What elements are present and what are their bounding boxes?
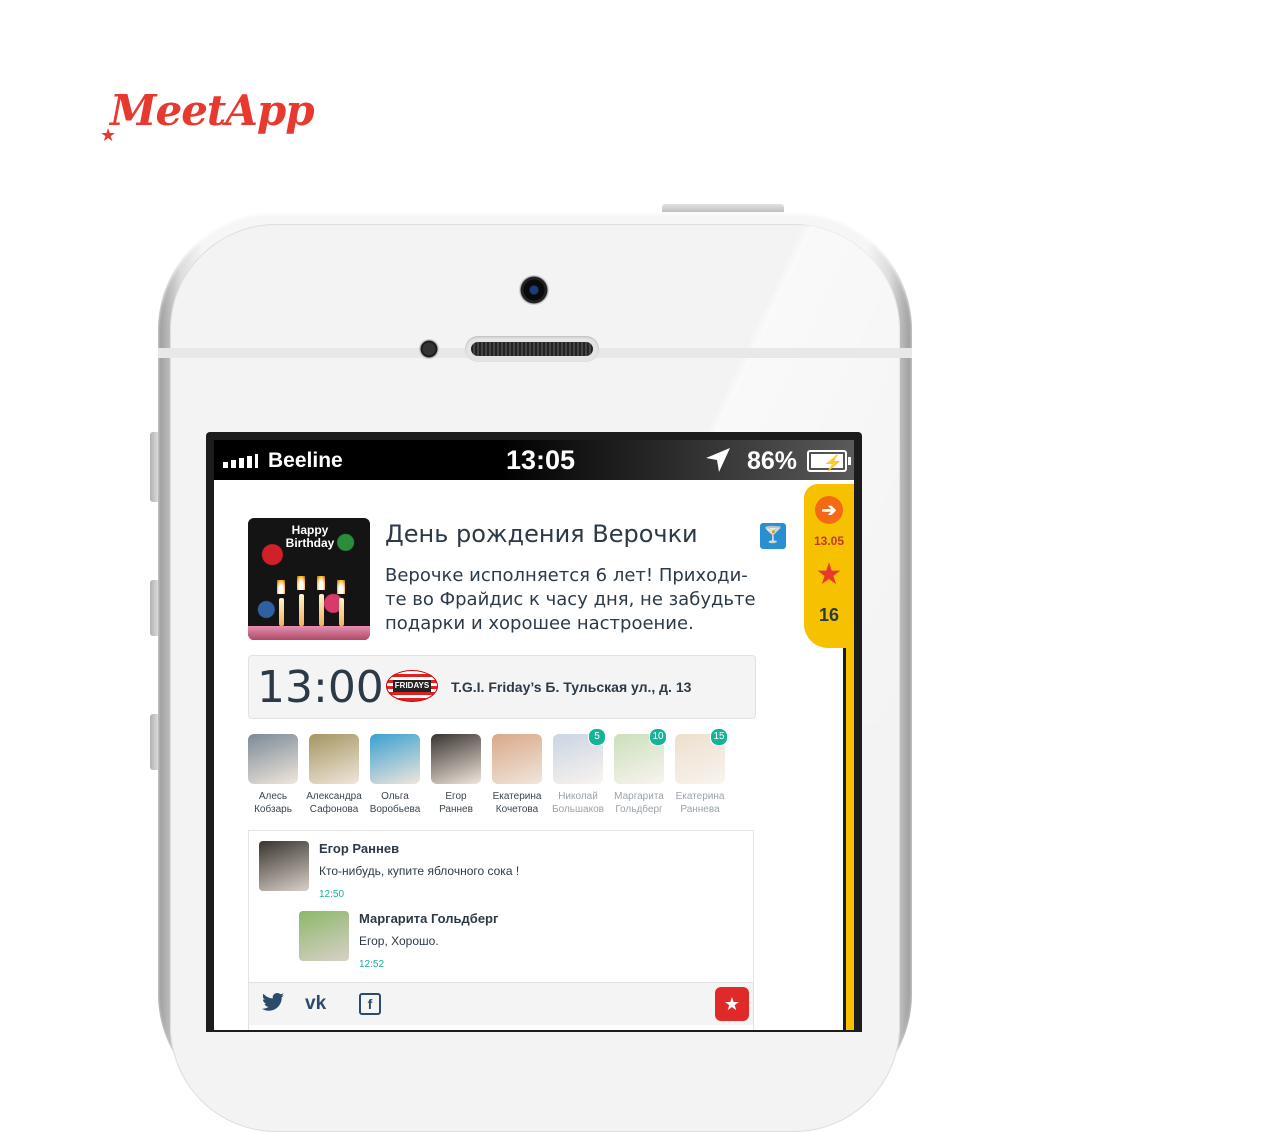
participant-last-name: Сафонова (309, 804, 359, 815)
carrier-name: Beeline (268, 449, 343, 472)
share-bar: vk f ★ (249, 982, 753, 1025)
participant[interactable]: Николай Большаков 5 (548, 728, 608, 816)
comment-time: 12:50 (319, 889, 345, 900)
participant-first-name: Алесь (258, 791, 288, 802)
status-bar: Beeline 13:05 86% ⚡ (214, 440, 854, 480)
comment-author[interactable]: Маргарита Гольдберг (359, 911, 498, 926)
comment-author[interactable]: Егор Раннев (319, 841, 399, 856)
participant-first-name: Егор (445, 791, 467, 802)
cocktail-icon: 🍸 (760, 523, 786, 549)
status-clock: 13:05 (506, 445, 576, 475)
participant-name: Александра Сафонова (304, 790, 364, 816)
side-rail (843, 640, 854, 1030)
earpiece-speaker (465, 336, 599, 362)
join-arrow-button[interactable]: ➔ (815, 496, 843, 524)
vk-icon[interactable]: vk (305, 993, 326, 1015)
participant-name: Егор Раннев (426, 790, 486, 816)
event-image-text: Happy Birthday (285, 523, 335, 550)
participant-name: Алесь Кобзарь (243, 790, 303, 816)
participant-first-name: Александра (306, 791, 362, 802)
participant-name: Маргарита Гольдберг (609, 790, 669, 816)
venue-logo: FRIDAYS (386, 670, 438, 702)
participant-last-name: Кобзарь (254, 804, 292, 815)
participant-avatar[interactable] (309, 734, 359, 784)
event-image: Happy Birthday (248, 518, 370, 640)
participant-last-name: Раннева (680, 804, 720, 815)
participant-name: Екатерина Раннева (670, 790, 730, 816)
participant[interactable]: Екатерина Кочетова (487, 734, 547, 816)
charging-bolt-icon: ⚡ (823, 455, 843, 472)
star-icon[interactable]: ★ (804, 560, 854, 590)
star-count: 16 (818, 605, 840, 625)
participant[interactable]: Екатерина Раннева 15 (670, 728, 730, 816)
event-title: День рождения Верочки (385, 520, 698, 548)
venue-logo-text: FRIDAYS (393, 680, 431, 692)
logo-text: MeetApp (110, 86, 315, 135)
comment-text: Егор, Хорошо. (359, 934, 439, 948)
participant[interactable]: Маргарита Гольдберг 10 (609, 728, 669, 816)
time-place-box[interactable]: 13:00 FRIDAYS T.G.I. Friday’s Б. Тульска… (248, 655, 756, 719)
participant-last-name: Гольдберг (615, 804, 663, 815)
comment-avatar[interactable] (259, 841, 309, 891)
proximity-sensor (419, 339, 439, 359)
participant-name: Екатерина Кочетова (487, 790, 547, 816)
comment-text: Кто-нибудь, купите яблочного сока ! (319, 864, 520, 878)
participant-first-name: Екатерина (492, 791, 542, 802)
participant-badge: 10 (649, 728, 667, 746)
comment-time: 12:52 (359, 959, 385, 970)
participants-list: Алесь Кобзарь Александра Сафонова Ольга Вороб… (248, 728, 748, 824)
participant-name: Николай Большаков (548, 790, 608, 816)
battery-percent: 86% (747, 447, 798, 475)
participant[interactable]: Алесь Кобзарь (243, 734, 303, 816)
event-time: 13:00 (257, 662, 384, 713)
participant-first-name: Николай (558, 791, 598, 802)
side-date: 13.05 (813, 534, 845, 548)
participant-last-name: Воробьева (369, 804, 421, 815)
front-camera (519, 275, 549, 305)
participant-avatar[interactable] (248, 734, 298, 784)
participant[interactable]: Ольга Воробьева (365, 734, 425, 816)
signal-icon (223, 454, 263, 468)
participant-last-name: Раннев (439, 804, 473, 815)
location-arrow-icon (706, 448, 730, 472)
comment: Егор Раннев Кто-нибудь, купите яблочного… (259, 841, 739, 901)
comment-avatar[interactable] (299, 911, 349, 961)
participant-name: Ольга Воробьева (365, 790, 425, 816)
event-place: T.G.I. Friday’s Б. Тульская ул., д. 13 (451, 679, 692, 695)
participant-last-name: Кочетова (495, 804, 539, 815)
facebook-icon[interactable]: f (359, 993, 381, 1015)
participant[interactable]: Александра Сафонова (304, 734, 364, 816)
participant-avatar[interactable] (431, 734, 481, 784)
participant[interactable]: Егор Раннев (426, 734, 486, 816)
battery-icon: ⚡ (807, 450, 851, 472)
meetapp-logo: ★ MeetApp (100, 86, 315, 146)
participant-first-name: Екатерина (675, 791, 725, 802)
participant-badge: 5 (588, 728, 606, 746)
participant-first-name: Ольга (381, 791, 409, 802)
participant-badge: 15 (710, 728, 728, 746)
favorite-button[interactable]: ★ (715, 987, 749, 1021)
comments-panel: Егор Раннев Кто-нибудь, купите яблочного… (248, 830, 754, 1030)
event-description: Верочке исполняется 6 лет! Приходи-те во… (385, 565, 756, 634)
participant-avatar[interactable] (370, 734, 420, 784)
side-tab: ➔ 13.05 ★ 16 (804, 484, 854, 648)
participant-avatar[interactable] (492, 734, 542, 784)
comment-reply: Маргарита Гольдберг Егор, Хорошо. 12:52 (299, 911, 739, 971)
twitter-icon[interactable] (261, 993, 285, 1013)
app-screen: Beeline 13:05 86% ⚡ ➔ 13.05 ★ 16 Happy B… (214, 440, 854, 1030)
participant-first-name: Маргарита (614, 791, 664, 802)
participant-last-name: Большаков (552, 804, 604, 815)
